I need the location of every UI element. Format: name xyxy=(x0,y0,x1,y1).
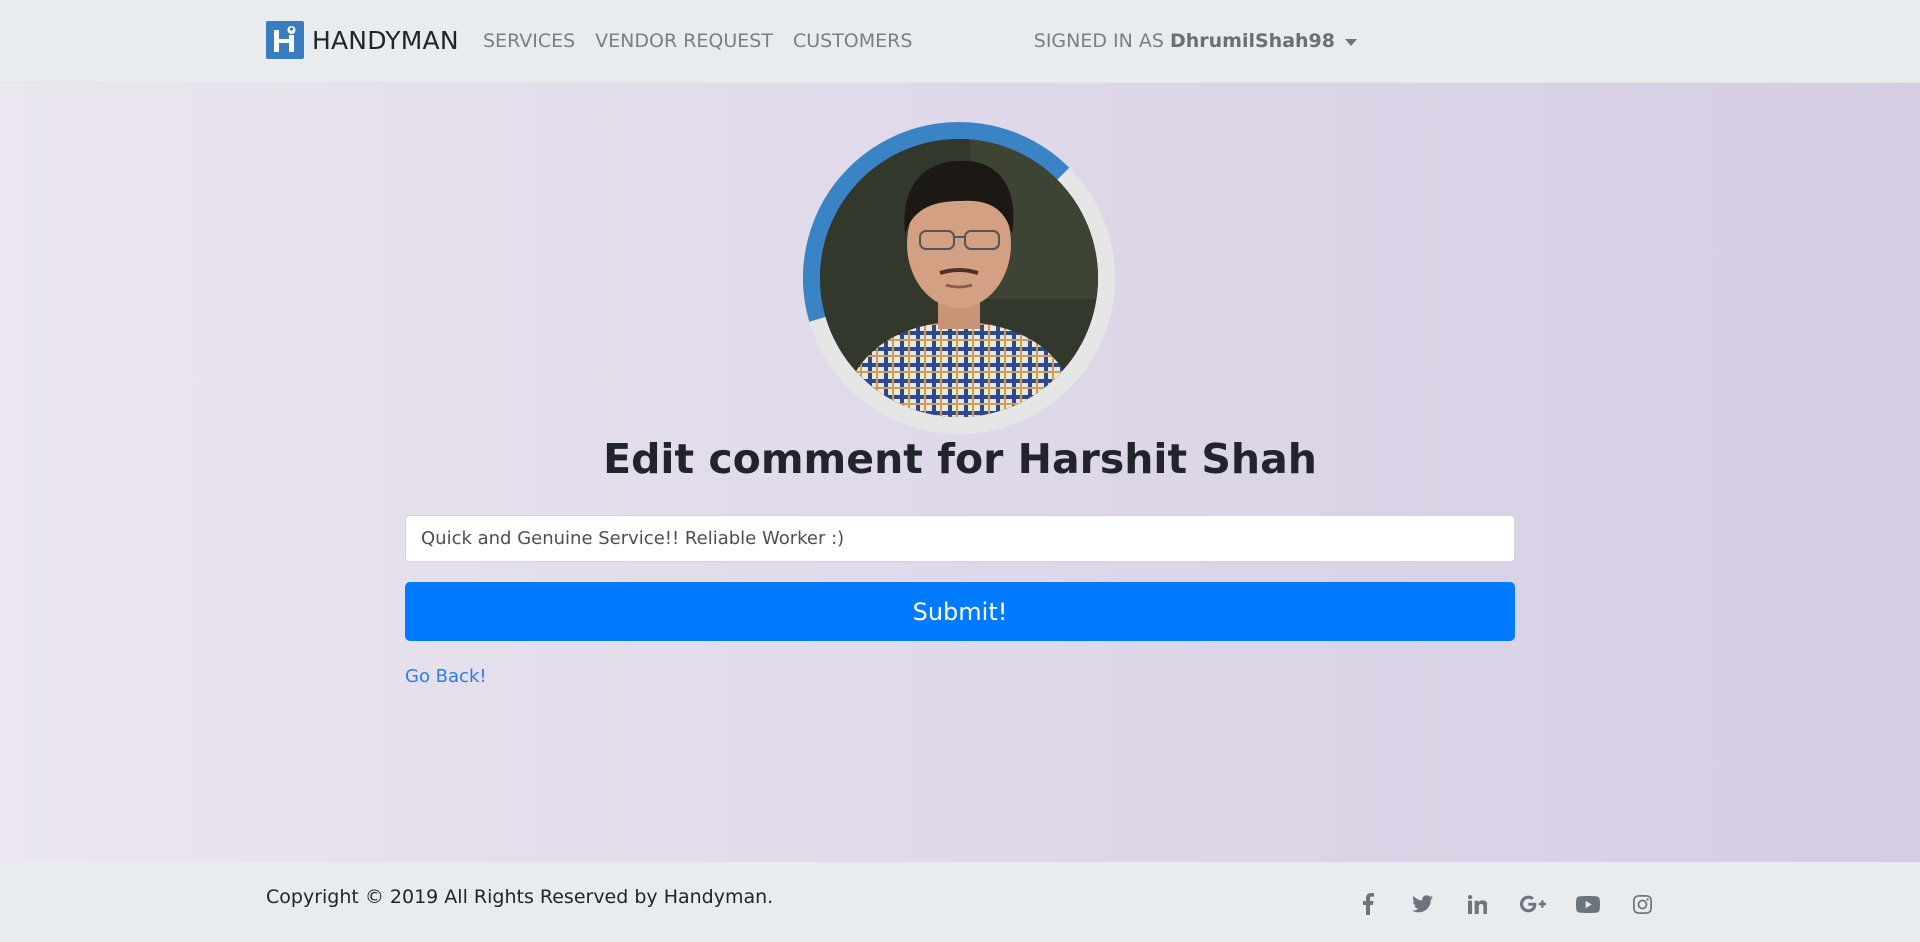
submit-button[interactable]: Submit! xyxy=(405,582,1515,641)
youtube-icon[interactable] xyxy=(1560,892,1615,916)
title-prefix: Edit comment for xyxy=(603,435,1004,483)
brand-link[interactable]: HANDYMAN xyxy=(266,21,459,59)
caret-down-icon xyxy=(1345,38,1357,46)
nav-customers[interactable]: CUSTOMERS xyxy=(793,30,912,52)
username: DhrumilShah98 xyxy=(1169,30,1335,52)
avatar-photo xyxy=(820,139,1098,417)
main-content: Edit comment for Harshit Shah Submit! Go… xyxy=(0,83,1920,862)
top-navbar: HANDYMAN SERVICES VENDOR REQUEST CUSTOME… xyxy=(0,0,1920,83)
page-title: Edit comment for Harshit Shah xyxy=(0,435,1920,483)
go-back-link[interactable]: Go Back! xyxy=(405,666,487,687)
twitter-icon[interactable] xyxy=(1395,892,1450,916)
handyman-logo-icon xyxy=(266,21,304,59)
user-menu-toggle[interactable]: SIGNED IN AS DhrumilShah98 xyxy=(1034,30,1357,52)
signed-in-label: SIGNED IN AS xyxy=(1033,30,1164,52)
nav-links: SERVICES VENDOR REQUEST CUSTOMERS xyxy=(483,30,932,52)
copyright-text: Copyright © 2019 All Rights Reserved by … xyxy=(266,886,774,908)
nav-services[interactable]: SERVICES xyxy=(483,30,575,52)
instagram-icon[interactable] xyxy=(1615,892,1670,916)
brand-name: HANDYMAN xyxy=(312,25,459,55)
comment-input[interactable] xyxy=(405,515,1515,562)
profile-avatar xyxy=(803,122,1115,434)
worker-name: Harshit Shah xyxy=(1017,435,1317,483)
nav-vendor-request[interactable]: VENDOR REQUEST xyxy=(595,30,773,52)
linkedin-icon[interactable] xyxy=(1450,892,1505,916)
footer: Copyright © 2019 All Rights Reserved by … xyxy=(0,862,1920,942)
google-plus-icon[interactable] xyxy=(1505,892,1560,916)
facebook-icon[interactable] xyxy=(1340,892,1395,916)
social-links xyxy=(1340,892,1670,916)
